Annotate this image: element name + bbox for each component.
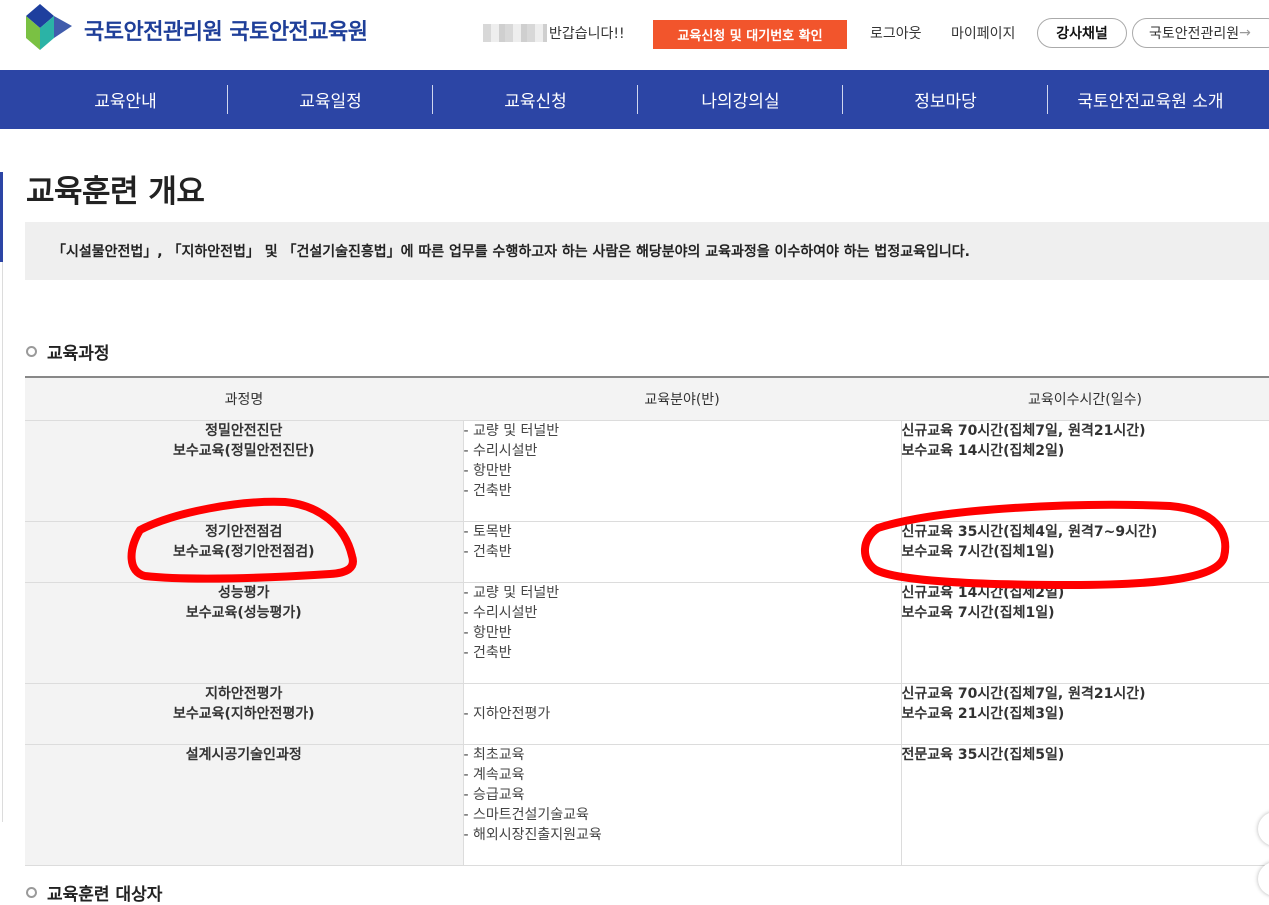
ring-bullet-icon: [26, 346, 37, 357]
course-hours: 보수교육 14시간(집체2일): [902, 441, 1269, 461]
course-field: - 수리시설반: [464, 603, 901, 623]
main-nav: 교육안내 교육일정 교육신청 나의강의실 정보마당 국토안전교육원 소개: [0, 70, 1269, 129]
course-hours: 전문교육 35시간(집체5일): [902, 745, 1269, 765]
course-name: 설계시공기술인과정: [25, 745, 463, 765]
intro-box: 「시설물안전법」, 「지하안전법」 및 「건설기술진흥법」에 따른 업무를 수행…: [25, 222, 1269, 280]
course-table: 과정명 교육분야(반) 교육이수시간(일수) 정밀안전진단 보수교육(정밀안전진…: [25, 376, 1269, 866]
course-field: - 항만반: [464, 623, 901, 643]
nav-item-apply[interactable]: 교육신청: [433, 70, 638, 129]
course-hours: 신규교육 70시간(집체7일, 원격21시간): [902, 684, 1269, 704]
kalis-site-button[interactable]: 국토안전관리원→: [1132, 18, 1269, 48]
course-name-cell: 정밀안전진단 보수교육(정밀안전진단): [25, 421, 463, 522]
course-name: 보수교육(성능평가): [25, 603, 463, 623]
course-hours: 보수교육 7시간(집체1일): [902, 603, 1269, 623]
section-heading-targets: 교육훈련 대상자: [26, 880, 162, 905]
course-hours-cell: 신규교육 35시간(집체4일, 원격7~9시간) 보수교육 7시간(집체1일): [901, 522, 1269, 583]
table-row: 지하안전평가 보수교육(지하안전평가) - 지하안전평가 신규교육 70시간(집…: [25, 684, 1269, 745]
course-field: - 최초교육: [464, 745, 901, 765]
course-name: 정기안전점검: [25, 522, 463, 542]
site-logo-text[interactable]: 국토안전관리원 국토안전교육원: [84, 14, 368, 46]
course-hours-cell: 신규교육 14시간(집체2일) 보수교육 7시간(집체1일): [901, 583, 1269, 684]
course-name: 지하안전평가: [25, 684, 463, 704]
course-field: - 항만반: [464, 461, 901, 481]
course-field: - 토목반: [464, 522, 901, 542]
table-row: 정기안전점검 보수교육(정기안전점검) - 토목반 - 건축반 신규교육 35시…: [25, 522, 1269, 583]
course-hours: 신규교육 14시간(집체2일): [902, 583, 1269, 603]
intro-text: 「시설물안전법」, 「지하안전법」 및 「건설기술진흥법」에 따른 업무를 수행…: [52, 241, 970, 261]
course-field: - 교량 및 터널반: [464, 583, 901, 603]
course-name: 보수교육(정기안전점검): [25, 542, 463, 562]
course-field: - 해외시장진출지원교육: [464, 825, 901, 845]
nav-item-schedule[interactable]: 교육일정: [228, 70, 433, 129]
course-hours: 신규교육 70시간(집체7일, 원격21시간): [902, 421, 1269, 441]
course-field: - 계속교육: [464, 765, 901, 785]
course-field-cell: - 토목반 - 건축반: [463, 522, 901, 583]
course-field: - 건축반: [464, 542, 901, 562]
nav-item-info[interactable]: 정보마당: [843, 70, 1048, 129]
course-field: - 스마트건설기술교육: [464, 805, 901, 825]
nav-item-my-classroom[interactable]: 나의강의실: [638, 70, 843, 129]
nav-item-edu-info[interactable]: 교육안내: [23, 70, 228, 129]
course-field-cell: - 교량 및 터널반 - 수리시설반 - 항만반 - 건축반: [463, 583, 901, 684]
nav-label: 나의강의실: [701, 87, 779, 112]
nav-label: 교육신청: [504, 87, 567, 112]
table-row: 정밀안전진단 보수교육(정밀안전진단) - 교량 및 터널반 - 수리시설반 -…: [25, 421, 1269, 522]
course-hours-cell: 전문교육 35시간(집체5일): [901, 745, 1269, 866]
course-field-cell: - 최초교육 - 계속교육 - 승급교육 - 스마트건설기술교육 - 해외시장진…: [463, 745, 901, 866]
nav-label: 정보마당: [914, 87, 977, 112]
logout-link[interactable]: 로그아웃: [870, 23, 922, 43]
course-field: - 수리시설반: [464, 441, 901, 461]
site-logo-icon[interactable]: [26, 4, 74, 50]
apply-status-button[interactable]: 교육신청 및 대기번호 확인: [653, 20, 847, 49]
side-divider: [2, 262, 3, 822]
course-name: 보수교육(지하안전평가): [25, 704, 463, 724]
side-indicator: [0, 172, 3, 262]
course-name-cell: 성능평가 보수교육(성능평가): [25, 583, 463, 684]
greeting-text: 반갑습니다!!: [549, 23, 625, 43]
course-hours-cell: 신규교육 70시간(집체7일, 원격21시간) 보수교육 14시간(집체2일): [901, 421, 1269, 522]
ring-bullet-icon: [26, 887, 37, 898]
nav-item-about[interactable]: 국토안전교육원 소개: [1048, 70, 1253, 129]
course-name: 보수교육(정밀안전진단): [25, 441, 463, 461]
course-field-cell: - 지하안전평가: [463, 684, 901, 745]
course-hours-cell: 신규교육 70시간(집체7일, 원격21시간) 보수교육 21시간(집체3일): [901, 684, 1269, 745]
mypage-link[interactable]: 마이페이지: [951, 23, 1015, 43]
column-header: 교육분야(반): [463, 377, 901, 421]
course-field: - 지하안전평가: [464, 704, 901, 724]
course-hours: 보수교육 21시간(집체3일): [902, 704, 1269, 724]
course-field: - 건축반: [464, 643, 901, 663]
column-header: 교육이수시간(일수): [901, 377, 1269, 421]
course-field-cell: - 교량 및 터널반 - 수리시설반 - 항만반 - 건축반: [463, 421, 901, 522]
user-name-blurred: [483, 24, 547, 42]
kalis-site-label: 국토안전관리원: [1149, 23, 1239, 43]
table-header-row: 과정명 교육분야(반) 교육이수시간(일수): [25, 377, 1269, 421]
section-title: 교육훈련 대상자: [47, 880, 162, 905]
nav-label: 국토안전교육원 소개: [1077, 87, 1223, 112]
course-name-cell: 설계시공기술인과정: [25, 745, 463, 866]
course-field: - 교량 및 터널반: [464, 421, 901, 441]
page-title: 교육훈련 개요: [26, 166, 204, 211]
instructor-channel-button[interactable]: 강사채널: [1037, 18, 1127, 48]
nav-label: 교육일정: [299, 87, 362, 112]
table-row: 설계시공기술인과정 - 최초교육 - 계속교육 - 승급교육 - 스마트건설기술…: [25, 745, 1269, 866]
course-field: - 승급교육: [464, 785, 901, 805]
course-name-cell: 정기안전점검 보수교육(정기안전점검): [25, 522, 463, 583]
course-name: 정밀안전진단: [25, 421, 463, 441]
course-name: 성능평가: [25, 583, 463, 603]
column-header: 과정명: [25, 377, 463, 421]
section-title: 교육과정: [47, 339, 110, 364]
scroll-top-button[interactable]: [1258, 862, 1269, 896]
site-header: 국토안전관리원 국토안전교육원 반갑습니다!! 교육신청 및 대기번호 확인 로…: [0, 0, 1269, 70]
table-row: 성능평가 보수교육(성능평가) - 교량 및 터널반 - 수리시설반 - 항만반…: [25, 583, 1269, 684]
course-hours: 신규교육 35시간(집체4일, 원격7~9시간): [902, 522, 1269, 542]
section-heading-courses: 교육과정: [26, 339, 110, 364]
arrow-right-icon: →: [1239, 25, 1251, 41]
course-field: - 건축반: [464, 481, 901, 501]
course-hours: 보수교육 7시간(집체1일): [902, 542, 1269, 562]
nav-label: 교육안내: [94, 87, 157, 112]
course-name-cell: 지하안전평가 보수교육(지하안전평가): [25, 684, 463, 745]
